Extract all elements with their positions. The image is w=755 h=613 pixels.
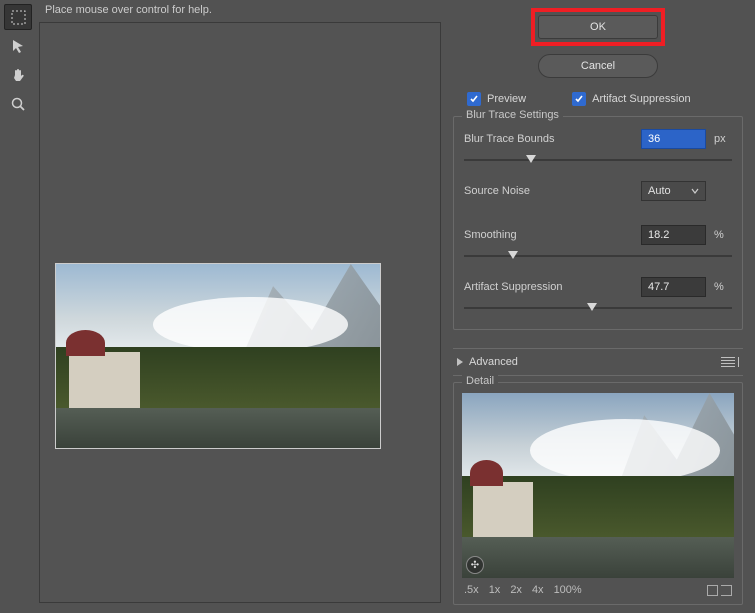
cancel-button[interactable]: Cancel: [538, 54, 658, 78]
blur-bounds-label: Blur Trace Bounds: [464, 133, 633, 145]
artifact-label: Artifact Suppression: [464, 281, 633, 293]
preview-checkbox[interactable]: Preview: [467, 92, 526, 106]
artifact-slider[interactable]: [464, 301, 732, 315]
panel-menu-icon[interactable]: [723, 357, 739, 367]
smoothing-unit: %: [714, 229, 732, 241]
help-bar: Place mouse over control for help.: [39, 0, 441, 22]
smoothing-input[interactable]: [641, 225, 706, 245]
detail-window-icon[interactable]: [721, 585, 732, 596]
zoom-100[interactable]: 100%: [554, 584, 582, 596]
blur-trace-legend: Blur Trace Settings: [462, 109, 563, 121]
blur-bounds-unit: px: [714, 133, 732, 145]
detail-window-icon[interactable]: [707, 585, 718, 596]
source-noise-select[interactable]: Auto: [641, 181, 706, 201]
chevron-down-icon: [691, 187, 699, 195]
detail-image[interactable]: ✣: [462, 393, 734, 578]
tool-palette: [0, 0, 35, 613]
artifact-suppression-checkbox[interactable]: Artifact Suppression: [572, 92, 690, 106]
check-icon: [572, 92, 586, 106]
preview-image: [55, 263, 381, 449]
arrow-tool[interactable]: [4, 33, 32, 59]
detail-zoom-bar: .5x 1x 2x 4x 100%: [462, 584, 734, 598]
zoom-1x[interactable]: 1x: [489, 584, 501, 596]
advanced-toggle[interactable]: Advanced: [453, 348, 743, 376]
advanced-label: Advanced: [469, 356, 518, 368]
ok-highlight: OK: [531, 8, 665, 46]
ok-button[interactable]: OK: [538, 15, 658, 39]
blur-bounds-input[interactable]: [641, 129, 706, 149]
artifact-input[interactable]: [641, 277, 706, 297]
loupe-icon[interactable]: ✣: [466, 556, 484, 574]
blur-trace-settings: Blur Trace Settings Blur Trace Bounds px…: [453, 116, 743, 330]
detail-legend: Detail: [462, 375, 498, 387]
smoothing-slider[interactable]: [464, 249, 732, 263]
preview-pane: Place mouse over control for help.: [35, 0, 445, 613]
detail-section: Detail ✣ .5x 1x 2x 4x 100%: [453, 382, 743, 605]
triangle-right-icon: [457, 358, 463, 366]
source-noise-label: Source Noise: [464, 185, 633, 197]
preview-label: Preview: [487, 93, 526, 105]
artifact-unit: %: [714, 281, 732, 293]
source-noise-value: Auto: [648, 185, 671, 197]
check-icon: [467, 92, 481, 106]
zoom-05x[interactable]: .5x: [464, 584, 479, 596]
blur-bounds-slider[interactable]: [464, 153, 732, 167]
marquee-tool[interactable]: [4, 4, 32, 30]
artifact-suppression-label: Artifact Suppression: [592, 93, 690, 105]
preview-canvas[interactable]: [39, 22, 441, 603]
zoom-2x[interactable]: 2x: [510, 584, 522, 596]
zoom-4x[interactable]: 4x: [532, 584, 544, 596]
hand-tool[interactable]: [4, 62, 32, 88]
smoothing-label: Smoothing: [464, 229, 633, 241]
settings-panel: OK Cancel Preview Artifact Suppression B…: [445, 0, 755, 613]
zoom-tool[interactable]: [4, 91, 32, 117]
